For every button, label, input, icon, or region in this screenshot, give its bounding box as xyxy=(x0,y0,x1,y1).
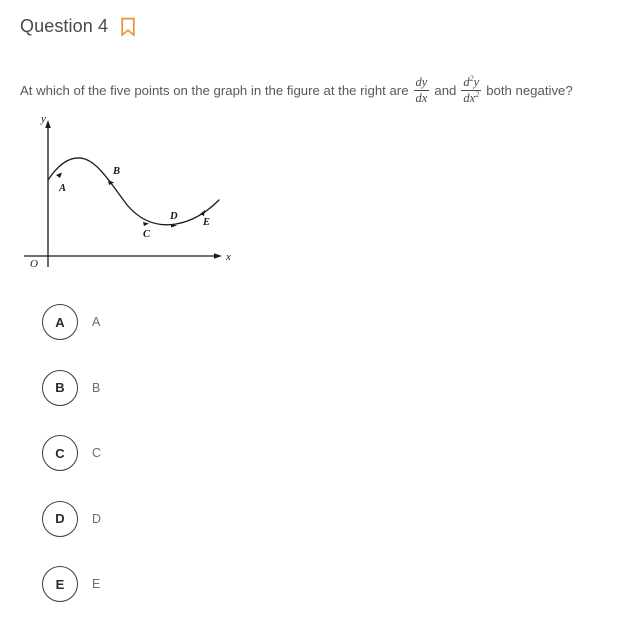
figure-curve-graph: y x O A B C D E xyxy=(10,112,260,282)
x-axis-arrowhead xyxy=(214,253,222,259)
curve-point-label-D: D xyxy=(169,211,178,222)
point-marker-B xyxy=(108,180,114,185)
prompt-connector: and xyxy=(434,82,457,98)
function-curve xyxy=(47,157,220,226)
y-axis-label: y xyxy=(40,113,46,125)
fraction-numerator: d2y xyxy=(463,73,480,89)
x-axis-label: x xyxy=(225,251,231,263)
choice-radio-a[interactable]: A xyxy=(42,304,78,340)
y-axis-arrowhead xyxy=(45,120,51,128)
fraction-d2y-dx2: d2y dx2 xyxy=(461,73,482,106)
choice-radio-c[interactable]: C xyxy=(42,435,78,471)
bookmark-icon[interactable] xyxy=(120,17,136,37)
choice-radio-e[interactable]: E xyxy=(42,566,78,602)
choice-option-c[interactable]: C C xyxy=(42,434,342,472)
answer-choices: A A B B C C D D E E xyxy=(42,303,342,631)
choice-label-d: D xyxy=(92,511,102,526)
point-marker-A xyxy=(56,172,62,178)
point-marker-C xyxy=(143,222,149,226)
graph-svg: y x O A B C D E xyxy=(24,113,231,270)
choice-label-e: E xyxy=(92,577,101,591)
fraction-dy-dx: dy dx xyxy=(413,75,430,106)
choice-option-e[interactable]: E E xyxy=(42,565,342,603)
choice-label-c: C xyxy=(92,446,102,460)
page-title: Question 4 xyxy=(20,16,109,36)
fraction-denominator: dx2 xyxy=(461,89,482,106)
origin-label: O xyxy=(30,258,38,270)
question-header: Question 4 xyxy=(20,16,136,37)
curve-point-label-A: A xyxy=(58,183,66,194)
fraction-denominator: dx xyxy=(413,90,430,106)
prompt-text-part2: both negative? xyxy=(486,82,573,98)
choice-option-b[interactable]: B B xyxy=(42,369,342,407)
choice-radio-d[interactable]: D xyxy=(42,500,78,537)
choice-label-a: A xyxy=(92,315,101,329)
choice-radio-b[interactable]: B xyxy=(42,369,78,406)
choice-option-a[interactable]: A A xyxy=(42,303,342,341)
prompt-text-part1: At which of the five points on the graph… xyxy=(20,82,409,98)
curve-point-label-B: B xyxy=(112,166,120,177)
curve-point-label-E: E xyxy=(202,217,210,228)
fraction-numerator: dy xyxy=(415,75,428,89)
choice-option-d[interactable]: D D xyxy=(42,500,342,538)
choice-label-b: B xyxy=(92,380,101,395)
curve-point-label-C: C xyxy=(143,229,151,240)
question-prompt: At which of the five points on the graph… xyxy=(20,73,611,106)
